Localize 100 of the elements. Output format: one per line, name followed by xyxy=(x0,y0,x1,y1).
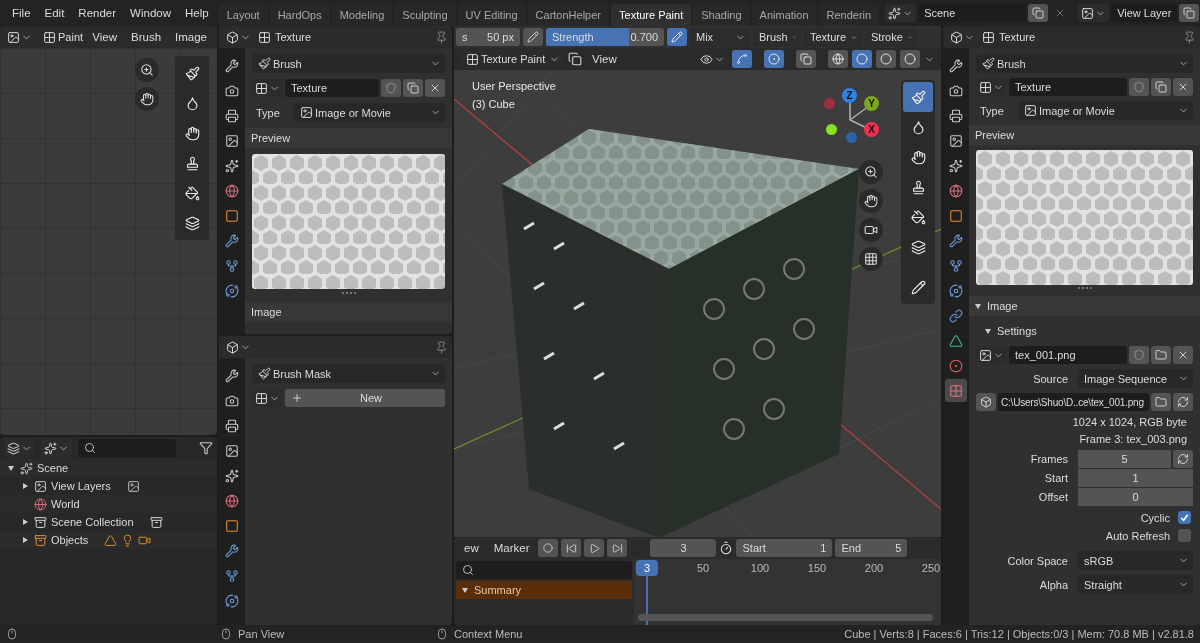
panel-header[interactable]: Preview xyxy=(969,125,1200,145)
outliner-item[interactable]: Objects xyxy=(51,534,89,546)
brush-mask-dropdown[interactable]: Brush Mask xyxy=(252,364,445,383)
start-frame-field[interactable]: Start 1 xyxy=(736,539,833,557)
shading-button[interactable] xyxy=(900,50,920,68)
pan-button[interactable] xyxy=(135,87,159,111)
expand-arrow-icon[interactable] xyxy=(22,537,28,543)
zoom-button[interactable] xyxy=(859,160,883,184)
number-field[interactable]: 1 xyxy=(1078,469,1193,487)
panel-header[interactable]: Image xyxy=(969,296,1200,316)
menu-dropdown[interactable]: Stroke xyxy=(865,27,917,47)
pressure-button[interactable] xyxy=(667,28,687,46)
axis-label[interactable]: Y xyxy=(864,96,879,111)
gizmo-toggle[interactable] xyxy=(732,50,752,68)
workspace-tab[interactable]: Modeling xyxy=(331,4,393,26)
menu-item[interactable]: Help xyxy=(179,5,215,21)
shading-button[interactable] xyxy=(828,50,848,68)
workspace-tab[interactable]: Shading xyxy=(693,4,750,26)
camera-button[interactable] xyxy=(859,218,883,242)
workspace-tab[interactable]: HardOps xyxy=(269,4,330,26)
checkbox[interactable] xyxy=(1178,511,1191,524)
radius-field[interactable]: s 50 px xyxy=(456,28,520,46)
new-view-layer-button[interactable] xyxy=(1179,4,1200,22)
new-texture-button[interactable]: New xyxy=(285,389,445,407)
play-button[interactable] xyxy=(584,539,605,557)
workspace-tab[interactable]: CartonHelper xyxy=(527,4,609,26)
duplicate-button[interactable] xyxy=(1151,78,1171,96)
overlay-toggle[interactable] xyxy=(764,50,784,68)
pressure-button[interactable] xyxy=(523,28,543,46)
summary-channel[interactable]: Summary xyxy=(456,581,632,599)
fake-user-button[interactable] xyxy=(381,79,401,97)
view-layer-field[interactable]: View Layer xyxy=(1111,4,1178,22)
workspace-tab[interactable]: Animation xyxy=(751,4,817,26)
menu-item[interactable]: Render xyxy=(72,5,123,21)
axis-label[interactable]: Z xyxy=(842,88,857,103)
workspace-tab[interactable]: Texture Paint xyxy=(611,4,692,26)
playhead-frame[interactable]: 3 xyxy=(636,560,658,576)
reload-button[interactable] xyxy=(1173,393,1193,411)
menu-item[interactable]: Window xyxy=(124,5,177,21)
zoom-button[interactable] xyxy=(135,58,159,82)
display-mode-dropdown[interactable] xyxy=(4,439,35,457)
panel-header[interactable]: Image xyxy=(245,302,452,322)
new-scene-button[interactable] xyxy=(1028,4,1049,22)
texture-name-field[interactable]: Texture xyxy=(285,79,379,97)
current-frame-field[interactable]: 3 xyxy=(650,539,717,557)
record-button[interactable] xyxy=(538,539,559,557)
close-button[interactable] xyxy=(425,79,445,97)
fake-user-button[interactable] xyxy=(1129,346,1149,364)
search-field[interactable] xyxy=(456,561,632,579)
expand-arrow-icon[interactable] xyxy=(22,483,28,489)
jump-start-button[interactable] xyxy=(561,539,582,557)
image-name-field[interactable]: tex_001.png xyxy=(1009,346,1127,364)
texture-type-dropdown[interactable] xyxy=(976,78,1007,96)
outliner-item[interactable]: Scene Collection xyxy=(51,516,134,528)
grid-button[interactable] xyxy=(859,247,883,271)
type-dropdown[interactable]: Image or Movie xyxy=(294,103,445,122)
shading-button[interactable] xyxy=(876,50,896,68)
strength-slider[interactable]: Strength 0.700 xyxy=(546,28,664,46)
outliner-item[interactable]: Scene xyxy=(37,462,69,474)
search-field[interactable] xyxy=(78,439,176,457)
color-space-dropdown[interactable]: sRGB xyxy=(1078,551,1193,570)
menu-item[interactable]: Marker xyxy=(487,540,536,556)
xray-toggle[interactable] xyxy=(796,50,816,68)
expand-arrow-icon[interactable] xyxy=(8,465,14,471)
shading-button[interactable] xyxy=(852,50,872,68)
reload-button[interactable] xyxy=(1173,450,1193,468)
open-button[interactable] xyxy=(1151,393,1171,411)
close-button[interactable] xyxy=(1173,346,1193,364)
menu-item[interactable]: Image xyxy=(169,29,213,45)
close-button[interactable] xyxy=(1173,78,1193,96)
outliner-item[interactable]: World xyxy=(51,498,80,510)
view-menu[interactable]: View xyxy=(586,51,623,67)
number-field[interactable]: 0 xyxy=(1078,488,1193,506)
scene-dropdown[interactable] xyxy=(885,4,917,22)
scene-dropdown[interactable] xyxy=(41,439,72,457)
menu-item[interactable]: View xyxy=(86,29,123,45)
alpha-dropdown[interactable]: Straight xyxy=(1078,575,1193,594)
texture-type-dropdown[interactable] xyxy=(976,346,1007,364)
number-field[interactable]: 5 xyxy=(1078,450,1171,468)
expand-arrow-icon[interactable] xyxy=(22,519,28,525)
workspace-tab[interactable]: Renderin xyxy=(818,4,880,26)
menu-item[interactable]: Brush xyxy=(125,29,168,45)
open-button[interactable] xyxy=(1151,346,1171,364)
filepath-field[interactable]: C:\Users\Shuo\D..ce\tex_001.png xyxy=(998,393,1149,411)
menu-item[interactable]: ew xyxy=(458,540,485,556)
subpanel-header[interactable]: Settings xyxy=(969,321,1200,341)
jump-end-button[interactable] xyxy=(607,539,628,557)
duplicate-button[interactable] xyxy=(403,79,423,97)
pan-button[interactable] xyxy=(859,189,883,213)
workspace-tab[interactable]: Sculpting xyxy=(394,4,456,26)
workspace-tab[interactable]: Layout xyxy=(218,4,268,26)
brush-dropdown[interactable]: Brush xyxy=(976,54,1193,73)
end-frame-field[interactable]: End 5 xyxy=(835,539,908,557)
checkbox[interactable] xyxy=(1178,529,1191,542)
menu-dropdown[interactable]: Brush xyxy=(753,27,801,47)
texture-name-field[interactable]: Texture xyxy=(1009,78,1127,96)
axis-label[interactable]: X xyxy=(864,122,879,137)
source-dropdown[interactable]: Image Sequence xyxy=(1078,369,1193,388)
view-layer-dropdown[interactable] xyxy=(1078,4,1110,22)
scene-field[interactable]: Scene xyxy=(918,4,1027,22)
